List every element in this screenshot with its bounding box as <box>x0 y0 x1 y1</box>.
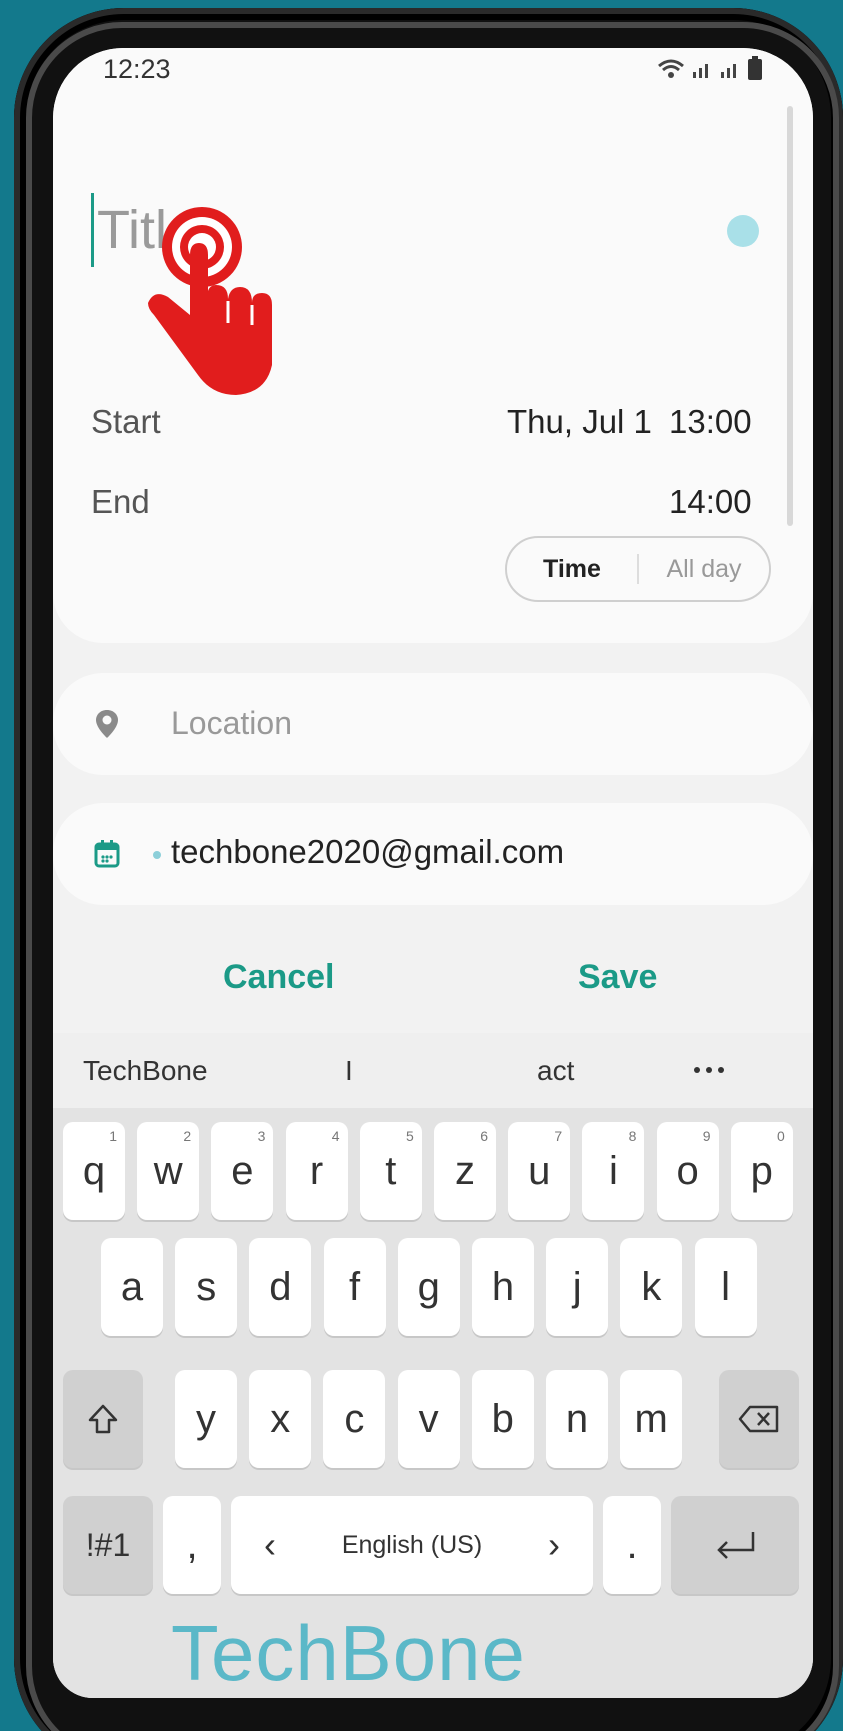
key-label: i <box>608 1148 618 1193</box>
event-color-button[interactable] <box>727 215 759 247</box>
key-y[interactable]: y <box>175 1370 237 1468</box>
key-hint: 6 <box>480 1128 488 1144</box>
shift-arrow-icon <box>88 1404 118 1434</box>
suggestion-1[interactable]: TechBone <box>83 1055 208 1087</box>
key-z[interactable]: z6 <box>434 1122 496 1220</box>
lang-prev-icon: ‹ <box>263 1524 276 1565</box>
end-time[interactable]: 14:00 <box>669 483 752 521</box>
end-label: End <box>91 483 150 520</box>
period-key[interactable]: . <box>603 1496 661 1594</box>
time-option[interactable]: Time <box>507 555 637 584</box>
key-q[interactable]: q1 <box>63 1122 125 1220</box>
key-hint: 3 <box>257 1128 266 1144</box>
start-label: Start <box>91 403 161 440</box>
signal-icon <box>693 64 708 78</box>
time-mode-toggle: Time All day <box>505 536 771 602</box>
scrollbar[interactable] <box>787 106 793 526</box>
key-c[interactable]: c <box>323 1370 386 1468</box>
space-key-content: ‹ English (US) › <box>231 1524 593 1566</box>
shift-key[interactable] <box>63 1370 143 1468</box>
key-w[interactable]: w2 <box>137 1122 200 1220</box>
comma-key[interactable]: , <box>163 1496 221 1594</box>
key-label: r <box>309 1148 324 1193</box>
calendar-icon <box>94 840 120 868</box>
suggestion-2[interactable]: I <box>345 1055 353 1087</box>
key-hint: 4 <box>331 1128 340 1144</box>
language-label: English (US) <box>341 1530 483 1559</box>
key-x[interactable]: x <box>249 1370 312 1468</box>
key-label: q <box>82 1148 106 1193</box>
tap-hand-icon <box>148 207 272 395</box>
save-button[interactable]: Save <box>578 958 657 997</box>
key-o[interactable]: o9 <box>656 1122 719 1220</box>
key-label: t <box>385 1148 397 1193</box>
key-label: w <box>153 1148 183 1193</box>
key-hint: 2 <box>183 1128 192 1144</box>
key-b[interactable]: b <box>471 1370 534 1468</box>
cancel-button[interactable]: Cancel <box>223 958 335 997</box>
start-time[interactable]: 13:00 <box>669 403 752 441</box>
calendar-account-field[interactable]: techbone2020@gmail.com <box>53 803 813 905</box>
key-j[interactable]: j <box>546 1238 609 1336</box>
symbols-key[interactable]: !#1 <box>63 1496 153 1594</box>
key-l[interactable]: l <box>694 1238 757 1336</box>
key-h[interactable]: h <box>472 1238 534 1336</box>
key-label: z <box>455 1148 475 1193</box>
text-cursor <box>91 193 94 267</box>
key-label: o <box>676 1148 699 1193</box>
key-k[interactable]: k <box>620 1238 683 1336</box>
key-a[interactable]: a <box>101 1238 163 1336</box>
lang-next-icon: › <box>548 1524 561 1565</box>
backspace-key[interactable] <box>719 1370 799 1468</box>
key-s[interactable]: s <box>175 1238 238 1336</box>
start-date[interactable]: Thu, Jul 1 <box>507 403 652 441</box>
space-key[interactable]: ‹ English (US) › <box>231 1496 593 1594</box>
suggestion-3[interactable]: act <box>537 1055 574 1087</box>
key-m[interactable]: m <box>620 1370 683 1468</box>
key-p[interactable]: p0 <box>730 1122 793 1220</box>
location-field[interactable]: Location <box>53 673 813 775</box>
location-placeholder: Location <box>171 705 292 741</box>
key-hint: 1 <box>109 1128 117 1144</box>
key-label: u <box>528 1148 551 1193</box>
key-hint: 9 <box>702 1128 711 1144</box>
key-e[interactable]: e3 <box>211 1122 274 1220</box>
location-pin-icon <box>96 710 118 738</box>
battery-icon <box>748 56 762 80</box>
watermark: TechBone <box>171 1609 526 1697</box>
status-time: 12:23 <box>103 54 171 84</box>
calendar-color-dot <box>153 851 161 859</box>
key-u[interactable]: u7 <box>508 1122 571 1220</box>
allday-option[interactable]: All day <box>639 555 769 584</box>
suggestion-bar: TechBone I act <box>53 1033 813 1108</box>
key-hint: 7 <box>554 1128 563 1144</box>
key-hint: 5 <box>406 1128 414 1144</box>
key-v[interactable]: v <box>397 1370 460 1468</box>
backspace-icon <box>738 1405 779 1433</box>
wifi-icon <box>658 59 684 78</box>
more-horiz-icon[interactable] <box>693 1065 725 1075</box>
key-r[interactable]: r4 <box>285 1122 348 1220</box>
status-bar: 12:23 <box>53 48 813 92</box>
key-d[interactable]: d <box>249 1238 312 1336</box>
key-label: p <box>750 1148 773 1193</box>
key-hint: 0 <box>777 1128 785 1144</box>
key-g[interactable]: g <box>397 1238 460 1336</box>
enter-key[interactable] <box>671 1496 799 1594</box>
status-icons <box>657 56 763 80</box>
signal-icon-2 <box>721 64 736 78</box>
calendar-account: techbone2020@gmail.com <box>171 833 565 870</box>
key-label: e <box>231 1148 254 1193</box>
key-t[interactable]: t5 <box>359 1122 422 1220</box>
key-hint: 8 <box>628 1128 637 1144</box>
key-f[interactable]: f <box>323 1238 386 1336</box>
key-i[interactable]: i8 <box>582 1122 645 1220</box>
key-n[interactable]: n <box>546 1370 608 1468</box>
enter-icon <box>717 1532 755 1559</box>
